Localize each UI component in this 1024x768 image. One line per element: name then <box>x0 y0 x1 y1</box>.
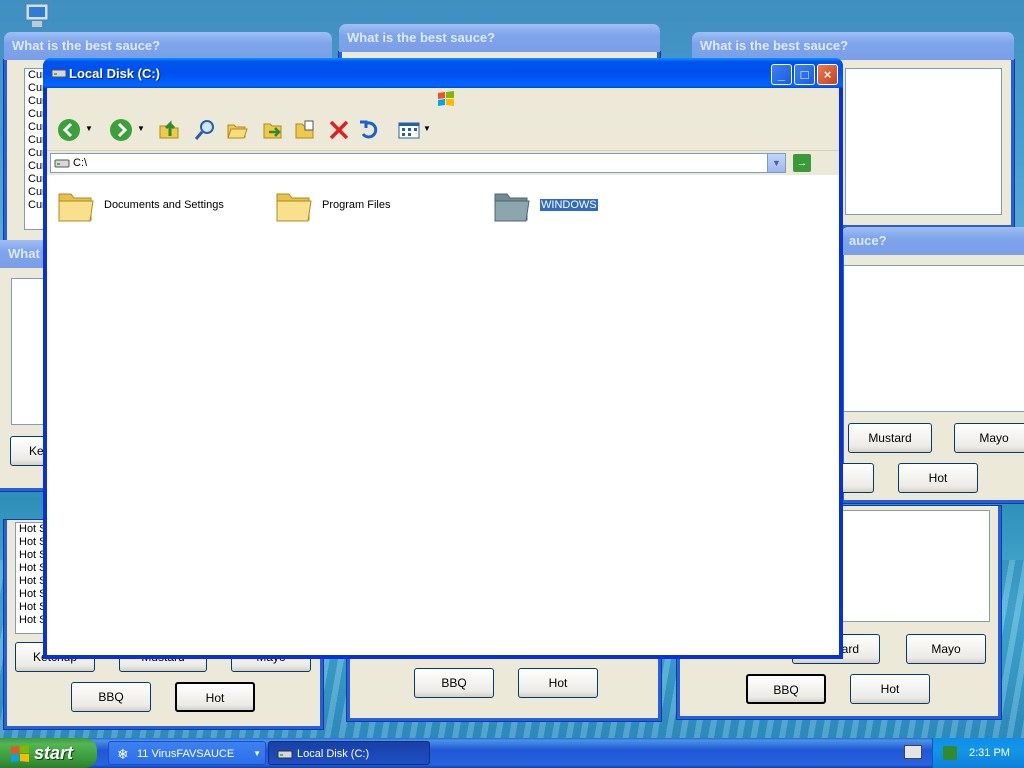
folder-icon <box>276 193 312 222</box>
window-title: Local Disk (C:) <box>69 66 161 81</box>
mayo-button[interactable]: Mayo <box>906 634 986 664</box>
keyboard-icon[interactable] <box>904 745 922 759</box>
delete-icon[interactable] <box>327 118 351 142</box>
bbq-button[interactable]: BBQ <box>414 668 494 698</box>
maximize-button[interactable]: □ <box>794 64 815 85</box>
explorer-window: Local Disk (C:) _ □ × ▼ ▼ ▼ C:\ ▼ → Docu… <box>43 58 843 659</box>
sauce-window-bottom-middle: BBQ Hot <box>347 650 661 721</box>
search-icon[interactable] <box>193 118 217 142</box>
folder-view[interactable]: Documents and Settings Program Files WIN… <box>47 176 839 655</box>
network-icon[interactable] <box>943 746 957 760</box>
taskbar-item-virusfavsauce[interactable]: ❄ 11 VirusFAVSAUCE ▼ <box>108 741 266 765</box>
taskbar-item-label: 11 VirusFAVSAUCE <box>137 748 235 760</box>
sauce-listbox[interactable] <box>845 68 1002 215</box>
my-computer-desktop-icon[interactable] <box>20 2 54 30</box>
hot-button[interactable]: Hot <box>898 463 978 493</box>
hot-button[interactable]: Hot <box>850 674 930 704</box>
folder-item-selected[interactable]: WINDOWS <box>493 186 693 230</box>
windows-logo-icon <box>438 91 454 106</box>
hot-button[interactable]: Hot <box>518 668 598 698</box>
start-label: start <box>34 743 74 763</box>
folder-label: Program Files <box>322 199 391 211</box>
sauce-window-right-middle: auce? Mustard Mayo Hot <box>794 227 1024 503</box>
window-title: What is the best sauce? <box>339 24 660 52</box>
folder-icon <box>494 193 530 222</box>
folder-label: WINDOWS <box>539 198 599 212</box>
close-button[interactable]: × <box>817 64 838 85</box>
address-text[interactable]: C:\ <box>73 157 87 169</box>
sauce-listbox[interactable] <box>840 510 990 622</box>
window-title: What is the best sauce? <box>692 32 1014 60</box>
explorer-client-area: ▼ ▼ ▼ C:\ ▼ → Documents and Settings Pro… <box>47 88 839 655</box>
mayo-button[interactable]: Mayo <box>954 423 1024 453</box>
system-tray: 2:31 PM <box>932 738 1024 768</box>
drive-icon <box>54 159 70 168</box>
copy-to-icon[interactable] <box>293 118 317 142</box>
explorer-titlebar[interactable]: Local Disk (C:) _ □ × <box>43 58 843 88</box>
taskbar-item-local-disk[interactable]: Local Disk (C:) <box>268 741 430 765</box>
menu-bar <box>47 88 839 111</box>
go-icon[interactable]: → <box>793 154 811 172</box>
minimize-button[interactable]: _ <box>771 64 792 85</box>
folder-label: Documents and Settings <box>104 199 224 211</box>
move-to-icon[interactable] <box>261 118 285 142</box>
drive-icon <box>51 69 67 78</box>
folders-icon[interactable] <box>225 118 249 142</box>
start-button[interactable]: start <box>0 738 97 768</box>
views-dropdown-icon[interactable]: ▼ <box>423 124 431 133</box>
drive-icon <box>277 750 293 759</box>
up-folder-icon[interactable] <box>157 118 181 142</box>
taskbar: start ❄ 11 VirusFAVSAUCE ▼ Local Disk (C… <box>0 738 1024 768</box>
back-dropdown-icon[interactable]: ▼ <box>85 124 93 133</box>
window-title: What is the best sauce? <box>4 32 332 60</box>
clock[interactable]: 2:31 PM <box>969 738 1010 768</box>
folder-item[interactable]: Program Files <box>275 186 475 230</box>
views-icon[interactable] <box>397 118 421 142</box>
forward-icon[interactable] <box>109 118 133 142</box>
standard-toolbar: ▼ ▼ ▼ <box>47 110 839 151</box>
taskbar-item-label: Local Disk (C:) <box>297 748 370 760</box>
undo-icon[interactable] <box>357 118 381 142</box>
address-dropdown-icon[interactable]: ▼ <box>767 154 785 172</box>
windows-logo-icon <box>11 745 29 762</box>
bbq-button[interactable]: BBQ <box>746 674 826 704</box>
snowflake-icon: ❄ <box>117 746 129 762</box>
folder-item[interactable]: Documents and Settings <box>57 186 257 230</box>
mustard-button[interactable]: Mustard <box>848 423 932 453</box>
group-dropdown-icon: ▼ <box>253 749 261 758</box>
bbq-button[interactable]: BBQ <box>71 682 151 712</box>
sauce-listbox[interactable] <box>844 265 1024 412</box>
folder-icon <box>58 193 94 222</box>
window-title: auce? <box>841 227 1024 255</box>
hot-button[interactable]: Hot <box>175 682 255 712</box>
address-field[interactable]: C:\ ▼ <box>50 153 786 173</box>
forward-dropdown-icon[interactable]: ▼ <box>137 124 145 133</box>
back-icon[interactable] <box>57 118 81 142</box>
address-bar: C:\ ▼ → <box>47 151 839 175</box>
